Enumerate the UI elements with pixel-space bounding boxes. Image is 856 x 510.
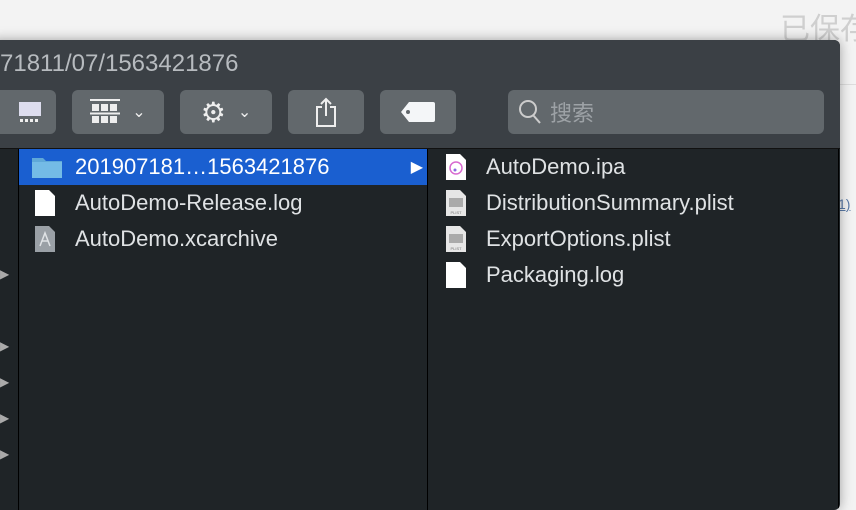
- tag-icon: [401, 102, 435, 122]
- divider: [840, 84, 856, 85]
- item-label: 201907181…1563421876: [75, 154, 330, 179]
- chevron-down-icon: ⌄: [132, 104, 146, 121]
- item-label: ExportOptions.plist: [486, 226, 671, 251]
- list-item[interactable]: Packaging.log: [430, 257, 838, 293]
- list-item[interactable]: 201907181…1563421876 ▶: [19, 149, 427, 185]
- svg-text:PLIST: PLIST: [450, 210, 462, 215]
- list-item[interactable]: AutoDemo.xcarchive: [19, 221, 427, 257]
- item-label: AutoDemo-Release.log: [75, 190, 303, 215]
- view-cover-flow-button[interactable]: [0, 90, 56, 134]
- search-placeholder: 搜索: [550, 101, 595, 126]
- folder-icon: [32, 158, 62, 178]
- item-label: AutoDemo.ipa: [486, 154, 626, 179]
- grid-icon: [90, 99, 121, 123]
- disclosure-triangle-icon[interactable]: ▶: [0, 267, 9, 281]
- gear-icon: ⚙: [200, 96, 226, 128]
- browser-column-1: 201907181…1563421876 ▶ AutoDemo-Release.…: [19, 149, 428, 510]
- plist-icon: PLIST: [446, 226, 466, 252]
- tag-button[interactable]: [380, 90, 456, 134]
- list-item[interactable]: PLIST DistributionSummary.plist: [430, 185, 838, 221]
- disclosure-triangle-icon[interactable]: ▶: [0, 339, 9, 353]
- finder-window: 71811/07/1563421876 ⌄ ⚙ ⌄ 搜索 ▶ ▶ ▶ ▶ ▶ 2…: [0, 40, 840, 510]
- expand-arrow-icon: ▶: [410, 159, 423, 176]
- chevron-down-icon: ⌄: [237, 104, 252, 121]
- disclosure-triangle-icon[interactable]: ▶: [0, 411, 9, 425]
- document-icon: [446, 262, 466, 288]
- plist-icon: PLIST: [446, 190, 466, 216]
- browser-column-2: AutoDemo.ipa PLIST DistributionSummary.p…: [430, 149, 839, 510]
- list-item[interactable]: PLIST ExportOptions.plist: [430, 221, 838, 257]
- disclosure-triangle-icon[interactable]: ▶: [0, 375, 9, 389]
- cover-flow-icon: [19, 102, 41, 122]
- search-icon: [519, 100, 541, 124]
- action-button[interactable]: ⚙ ⌄: [180, 90, 272, 134]
- ipa-icon: [446, 154, 466, 180]
- list-item[interactable]: AutoDemo.ipa: [430, 149, 838, 185]
- share-button[interactable]: [288, 90, 364, 134]
- item-label: AutoDemo.xcarchive: [75, 226, 278, 251]
- item-label: Packaging.log: [486, 262, 625, 287]
- list-item[interactable]: AutoDemo-Release.log: [19, 185, 427, 221]
- share-icon: [316, 97, 336, 127]
- item-label: DistributionSummary.plist: [486, 190, 734, 215]
- search-field[interactable]: 搜索: [508, 90, 824, 134]
- document-icon: [35, 190, 55, 216]
- xcarchive-icon: [35, 226, 55, 252]
- titlebar: 71811/07/1563421876 ⌄ ⚙ ⌄ 搜索: [0, 40, 840, 149]
- disclosure-triangle-icon[interactable]: ▶: [0, 447, 9, 461]
- parent-column: ▶ ▶ ▶ ▶ ▶: [0, 149, 19, 510]
- svg-text:PLIST: PLIST: [450, 246, 462, 251]
- group-by-button[interactable]: ⌄: [72, 90, 164, 134]
- window-title: 71811/07/1563421876: [0, 50, 239, 77]
